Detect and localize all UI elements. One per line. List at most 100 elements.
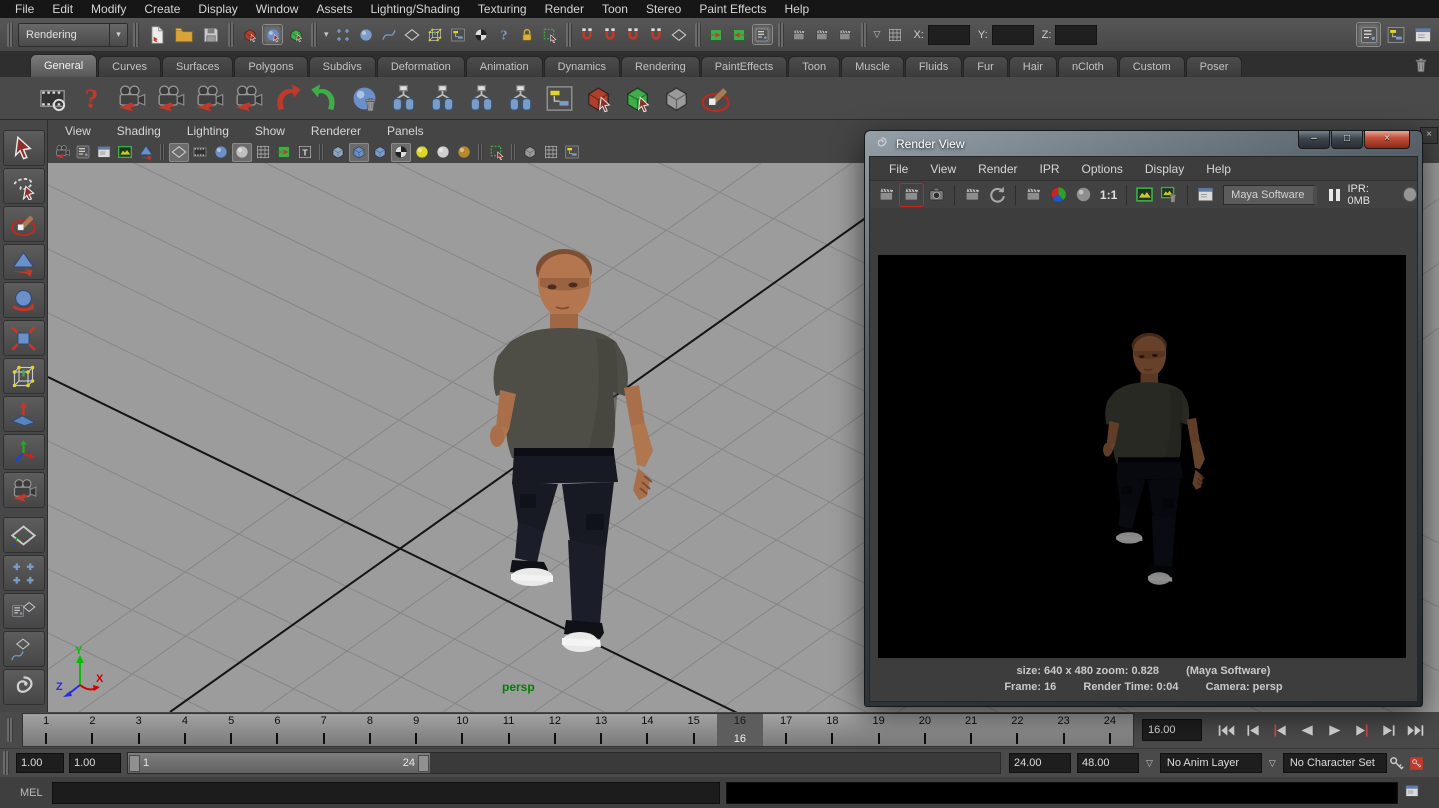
- render-view-menu-item[interactable]: Help: [1195, 160, 1242, 178]
- joint-tool-icon[interactable]: [385, 80, 422, 117]
- layout-outliner-persp-button[interactable]: [3, 593, 45, 629]
- shelf-tab[interactable]: Hair: [1009, 56, 1057, 77]
- coord-x-field[interactable]: [928, 25, 970, 45]
- shelf-tab[interactable]: Fur: [963, 56, 1008, 77]
- playback-start-field[interactable]: [69, 753, 121, 773]
- joint-tool-icon[interactable]: [502, 80, 539, 117]
- construction-history-button[interactable]: [752, 24, 773, 45]
- rendered-image[interactable]: [878, 255, 1406, 658]
- section-grip[interactable]: [566, 23, 572, 47]
- bookmarks-icon[interactable]: [94, 143, 114, 162]
- real-size-button[interactable]: 1:1: [1100, 188, 1117, 202]
- deformations-mask-button[interactable]: [425, 24, 446, 45]
- auto-keyframe-icon[interactable]: [1407, 753, 1427, 773]
- snap-to-grids-button[interactable]: [577, 24, 598, 45]
- go-to-playback-start-button[interactable]: [1214, 718, 1239, 742]
- smooth-shade-mode-icon[interactable]: [349, 143, 369, 162]
- section-grip[interactable]: [7, 23, 13, 47]
- menu-item[interactable]: Display: [189, 0, 246, 18]
- poly-select-icon[interactable]: [580, 80, 617, 117]
- viewport-menu-item[interactable]: Panels: [374, 122, 437, 140]
- timeline-frame-cell[interactable]: 1 1: [23, 714, 69, 746]
- default-lighting-icon[interactable]: [412, 143, 432, 162]
- camera-attributes-icon[interactable]: [73, 143, 93, 162]
- step-back-one-frame-button[interactable]: [1268, 718, 1293, 742]
- viewport-menu-item[interactable]: Lighting: [174, 122, 242, 140]
- image-plane-icon[interactable]: [115, 143, 135, 162]
- help-icon[interactable]: [73, 80, 110, 117]
- section-grip[interactable]: [695, 23, 701, 47]
- curves-mask-button[interactable]: [379, 24, 400, 45]
- timeline-frame-cell[interactable]: 20 20: [902, 714, 948, 746]
- shelf-tab[interactable]: Muscle: [841, 56, 904, 77]
- render-settings-button[interactable]: [835, 24, 856, 45]
- section-grip[interactable]: [319, 144, 324, 160]
- rgb-channels-button[interactable]: [1047, 184, 1070, 206]
- camera-tool-icon[interactable]: [229, 80, 266, 117]
- step-forward-one-frame-button[interactable]: [1349, 718, 1374, 742]
- shelf-tab[interactable]: Surfaces: [162, 56, 233, 77]
- layout-single-pane-button[interactable]: [3, 517, 45, 553]
- step-forward-one-key-button[interactable]: [1376, 718, 1401, 742]
- section-grip[interactable]: [228, 23, 234, 47]
- lasso-tool-button[interactable]: [3, 168, 45, 204]
- make-live-button[interactable]: [669, 24, 690, 45]
- set-key-icon[interactable]: [1387, 753, 1407, 773]
- timeline-frame-cell[interactable]: 8 8: [347, 714, 393, 746]
- menu-item[interactable]: Window: [247, 0, 308, 18]
- timeline-frame-cell[interactable]: 13 13: [578, 714, 624, 746]
- menu-item[interactable]: Texturing: [469, 0, 536, 18]
- gate-mask-icon[interactable]: [232, 143, 252, 162]
- playback-end-field[interactable]: [1009, 753, 1071, 773]
- show-manipulator-button[interactable]: [3, 434, 45, 470]
- shelf-tab[interactable]: Toon: [788, 56, 840, 77]
- dynamics-mask-button[interactable]: [448, 24, 469, 45]
- go-to-playback-end-button[interactable]: [1403, 718, 1428, 742]
- snap-to-curves-button[interactable]: [600, 24, 621, 45]
- delete-object-icon[interactable]: [346, 80, 383, 117]
- remove-image-button[interactable]: [1158, 184, 1181, 206]
- misc-mask-button[interactable]: [494, 24, 515, 45]
- joint-tool-icon[interactable]: [424, 80, 461, 117]
- use-all-lights-icon[interactable]: [391, 143, 411, 162]
- menu-item[interactable]: Stereo: [637, 0, 690, 18]
- anim-layer-dropdown-icon[interactable]: ▽: [1144, 758, 1155, 769]
- timeline-frame-cell[interactable]: 5 5: [208, 714, 254, 746]
- paint-selection-tool-button[interactable]: [3, 206, 45, 242]
- pause-ipr-button[interactable]: [1329, 189, 1340, 201]
- points-mask-button[interactable]: [356, 24, 377, 45]
- quick-select-field-icon[interactable]: [884, 24, 905, 45]
- move-tool-button[interactable]: [3, 244, 45, 280]
- open-scene-button[interactable]: [171, 22, 196, 47]
- highlight-selection-mode-icon[interactable]: [487, 143, 507, 162]
- character-set-field[interactable]: No Character Set: [1283, 753, 1387, 773]
- command-output-field[interactable]: [726, 782, 1398, 804]
- close-button[interactable]: ×: [1364, 131, 1410, 149]
- show-tool-settings-button[interactable]: [1383, 22, 1408, 47]
- redo-previous-render-button[interactable]: [875, 184, 898, 206]
- viewport-menu-item[interactable]: View: [52, 122, 104, 140]
- snapshot-button[interactable]: [925, 184, 948, 206]
- shelf-tab[interactable]: Dynamics: [544, 56, 620, 77]
- section-grip[interactable]: [511, 144, 516, 160]
- timeline-frame-cell[interactable]: 14 14: [624, 714, 670, 746]
- selection-mask-filter-icon[interactable]: ▾: [322, 29, 331, 40]
- menu-item[interactable]: Render: [536, 0, 593, 18]
- camera-tool-icon[interactable]: [112, 80, 149, 117]
- scene-preview-icon[interactable]: [34, 80, 71, 117]
- last-tool-camera-button[interactable]: [3, 472, 45, 508]
- universal-manipulator-button[interactable]: [3, 358, 45, 394]
- timeline-frame-cell[interactable]: 3 3: [116, 714, 162, 746]
- current-time-field[interactable]: [1142, 719, 1202, 741]
- timeline-ruler[interactable]: 1 1 2 2 3 3 4 4 5 5 6 6: [22, 713, 1134, 747]
- rendering-mask-button[interactable]: [471, 24, 492, 45]
- rotate-tool-button[interactable]: [3, 282, 45, 318]
- shelf-tab[interactable]: Polygons: [234, 56, 307, 77]
- surfaces-mask-button[interactable]: [402, 24, 423, 45]
- menu-item[interactable]: Help: [776, 0, 819, 18]
- dragon-tool-button[interactable]: [3, 669, 45, 705]
- soft-modification-button[interactable]: [3, 396, 45, 432]
- render-current-frame-button[interactable]: [789, 24, 810, 45]
- two-d-pan-zoom-icon[interactable]: [136, 143, 156, 162]
- viewport-menu-item[interactable]: Show: [242, 122, 298, 140]
